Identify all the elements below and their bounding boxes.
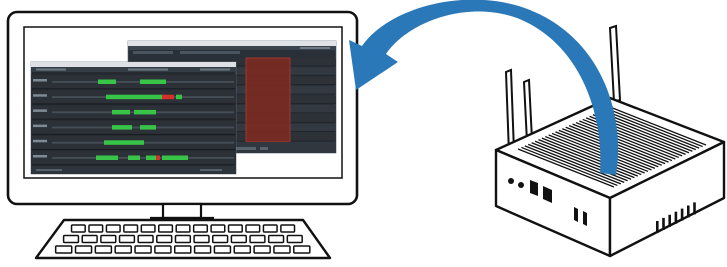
key	[286, 234, 303, 244]
antenna-middle	[522, 78, 534, 144]
key	[81, 234, 98, 244]
key	[253, 245, 271, 254]
activity-segment	[98, 79, 116, 84]
alert-segment	[162, 94, 174, 100]
activity-segment	[140, 125, 156, 130]
key	[212, 234, 229, 244]
activity-segment	[162, 155, 188, 160]
activity-segment	[96, 155, 118, 160]
key	[175, 224, 191, 233]
key	[154, 245, 172, 254]
key	[123, 224, 139, 233]
diagram	[0, 0, 727, 267]
key	[105, 224, 121, 233]
activity-segment	[112, 125, 132, 130]
key	[213, 245, 232, 254]
side-vent-slot	[680, 208, 684, 221]
key	[134, 245, 152, 254]
key	[70, 224, 86, 233]
key	[230, 234, 247, 244]
key	[140, 224, 156, 233]
key	[273, 245, 291, 254]
key	[158, 224, 174, 233]
antenna-right	[608, 24, 622, 104]
activity-segment	[112, 109, 130, 115]
key	[192, 224, 209, 233]
activity-segment	[176, 94, 182, 100]
activity-segment	[104, 140, 144, 145]
key	[100, 234, 117, 244]
key	[156, 234, 173, 244]
selected-range	[246, 58, 290, 142]
row-label	[33, 155, 47, 158]
key	[74, 245, 93, 254]
key	[174, 234, 192, 244]
activity-segment	[128, 155, 140, 160]
key	[94, 245, 113, 254]
activity-segment	[146, 155, 156, 160]
row-label	[33, 109, 47, 112]
activity-segment	[106, 94, 164, 100]
side-vent-slot	[693, 202, 696, 215]
activity-segment	[140, 79, 166, 84]
key	[210, 224, 226, 233]
key	[173, 245, 192, 254]
side-vent-slot	[668, 214, 671, 227]
row-label	[33, 139, 47, 143]
activity-segment	[134, 109, 156, 115]
front-window	[30, 61, 237, 175]
key	[193, 234, 210, 244]
key	[227, 224, 243, 233]
key	[54, 245, 73, 254]
key	[193, 245, 212, 254]
side-vent-slot	[656, 221, 659, 233]
row-label	[33, 94, 47, 97]
row-track	[52, 157, 234, 159]
key	[293, 245, 311, 254]
key	[249, 234, 266, 244]
key	[137, 234, 154, 244]
key	[118, 234, 136, 244]
illustration-canvas	[6, 0, 726, 260]
row-label	[33, 79, 47, 82]
key	[245, 224, 261, 233]
key	[233, 245, 252, 254]
keyboard-icon	[34, 218, 332, 260]
key	[262, 224, 278, 233]
key	[62, 234, 80, 244]
row-label	[33, 124, 47, 128]
side-vent-slot	[687, 205, 690, 218]
key	[114, 245, 132, 254]
side-vent-slot	[662, 217, 665, 230]
side-vent-slot	[674, 211, 678, 224]
alert-segment	[156, 155, 160, 160]
key	[280, 224, 296, 233]
key	[88, 224, 104, 233]
key	[267, 234, 285, 244]
